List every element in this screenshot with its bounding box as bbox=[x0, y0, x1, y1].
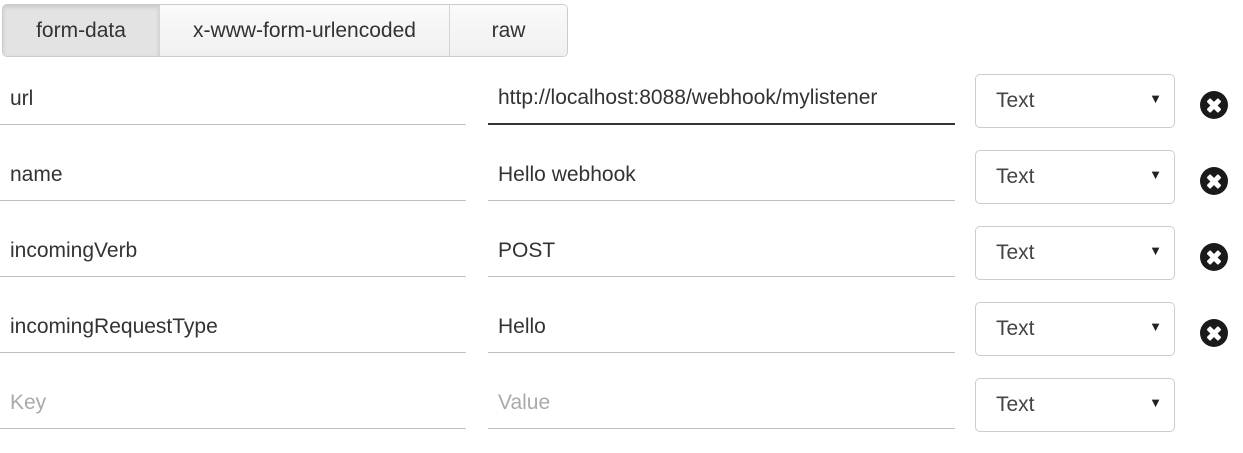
tab-x-www-form-urlencoded[interactable]: x-www-form-urlencoded bbox=[160, 5, 450, 56]
new-key-input[interactable] bbox=[0, 377, 466, 429]
tab-form-data[interactable]: form-data bbox=[3, 5, 160, 56]
new-value-input[interactable] bbox=[488, 377, 955, 429]
value-input[interactable] bbox=[488, 149, 955, 201]
value-input[interactable] bbox=[488, 301, 955, 353]
caret-down-icon: ▼ bbox=[1149, 90, 1162, 106]
type-select[interactable]: Text ▼ bbox=[975, 150, 1175, 204]
remove-circle-icon[interactable] bbox=[1200, 91, 1228, 119]
type-select-value: Text bbox=[996, 241, 1035, 264]
type-select[interactable]: Text ▼ bbox=[975, 74, 1175, 128]
type-select[interactable]: Text ▼ bbox=[975, 378, 1175, 432]
type-select-value: Text bbox=[996, 317, 1035, 340]
key-input[interactable] bbox=[0, 301, 466, 353]
new-param-row: Text ▼ bbox=[0, 377, 1243, 453]
type-select-value: Text bbox=[996, 89, 1035, 112]
remove-circle-icon[interactable] bbox=[1200, 319, 1228, 347]
caret-down-icon: ▼ bbox=[1149, 242, 1162, 258]
param-row: Text ▼ bbox=[0, 73, 1243, 149]
key-input[interactable] bbox=[0, 225, 466, 277]
value-input[interactable] bbox=[488, 73, 955, 125]
type-select-value: Text bbox=[996, 165, 1035, 188]
caret-down-icon: ▼ bbox=[1149, 318, 1162, 334]
caret-down-icon: ▼ bbox=[1149, 166, 1162, 182]
param-row: Text ▼ bbox=[0, 149, 1243, 225]
remove-circle-icon[interactable] bbox=[1200, 167, 1228, 195]
remove-circle-icon[interactable] bbox=[1200, 243, 1228, 271]
key-input[interactable] bbox=[0, 73, 466, 125]
tab-raw[interactable]: raw bbox=[450, 5, 567, 56]
type-select[interactable]: Text ▼ bbox=[975, 302, 1175, 356]
body-mode-tabs: form-data x-www-form-urlencoded raw bbox=[2, 4, 568, 57]
caret-down-icon: ▼ bbox=[1149, 394, 1162, 410]
param-row: Text ▼ bbox=[0, 225, 1243, 301]
type-select[interactable]: Text ▼ bbox=[975, 226, 1175, 280]
type-select-value: Text bbox=[996, 393, 1035, 416]
value-input[interactable] bbox=[488, 225, 955, 277]
param-row: Text ▼ bbox=[0, 301, 1243, 377]
key-input[interactable] bbox=[0, 149, 466, 201]
